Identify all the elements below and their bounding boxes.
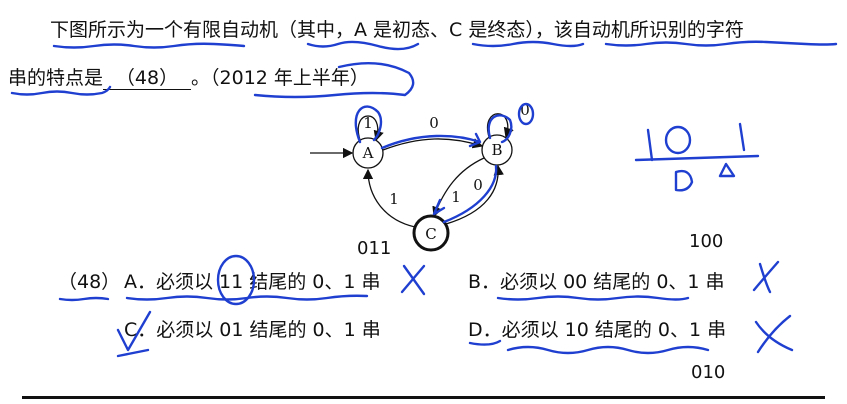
ink-arc-cb [442,164,498,224]
edge-b-c-label: 1 [451,188,461,206]
ink-underline-optB [496,295,690,301]
edge-b-b-label: 0 [520,101,530,119]
edge-c-a [362,168,416,228]
ink-loop-a [354,105,383,144]
ink-x-d [754,314,794,354]
ink-loop-b [487,114,513,144]
question-line-1: 下图所示为一个有限自动机（其中，A 是初态、C 是终态），该自动机所识别的字符 [50,19,744,41]
option-a: A．必须以 11 结尾的 0、1 串 [124,271,381,293]
edge-a-b-label: 0 [429,114,439,132]
question-line-2: 串的特点是 （48） 。（2012 年上半年） [8,66,369,90]
ink-underline-optC [116,348,150,358]
annotation-100: 100 [689,231,724,252]
edge-a-a [357,115,384,142]
annotation-010: 010 [691,362,726,383]
option-b: B．必须以 00 结尾的 0、1 串 [468,271,725,293]
answer-blank: （48） [103,67,192,90]
handwritten-ink-layer [10,40,838,358]
bottom-rule [22,396,825,399]
ink-arc-ab [380,132,482,150]
edge-c-b [445,164,504,225]
ink-underline-optD [506,345,710,355]
edge-c-a-label: 1 [389,190,399,208]
option-c: C．必须以 01 结尾的 0、1 串 [124,319,381,341]
edge-a-b [382,138,484,151]
ink-underline-48 [58,296,110,302]
state-b [481,134,513,166]
ink-fraction-bar [634,154,760,162]
edge-b-c [432,157,485,218]
ink-underline-optA [125,294,369,301]
ink-fraction-d2 [718,162,736,178]
ink-fraction-1 [646,128,654,162]
state-c-label: C [425,225,436,243]
state-a [352,137,384,169]
ink-underline-2 [306,40,420,51]
ink-fraction-d1 [674,169,694,192]
ink-x-a [400,264,426,296]
question-prefix: 串的特点是 [8,67,104,89]
ink-fraction-0 [664,125,692,155]
annotation-011: 011 [357,238,392,259]
ink-underline-4 [604,40,838,47]
edge-c-b-label: 0 [473,176,483,194]
state-b-label: B [491,141,502,159]
ink-fraction-i [738,122,746,152]
option-number: （48） [58,271,121,293]
edge-b-b [486,113,514,139]
ink-zero-b [517,102,535,126]
ink-underline-3 [471,40,585,48]
state-c [412,214,450,252]
edge-a-a-label: 1 [363,114,373,132]
state-a-label: A [362,144,374,162]
option-d: D．必须以 10 结尾的 0、1 串 [468,319,727,341]
ink-underline-1 [52,42,246,49]
ink-x-b [752,260,780,294]
ink-tick-c [432,198,446,216]
fsm-diagram: A B C 1 0 0 1 0 1 [310,101,530,252]
question-suffix: 。（2012 年上半年） [191,67,369,89]
